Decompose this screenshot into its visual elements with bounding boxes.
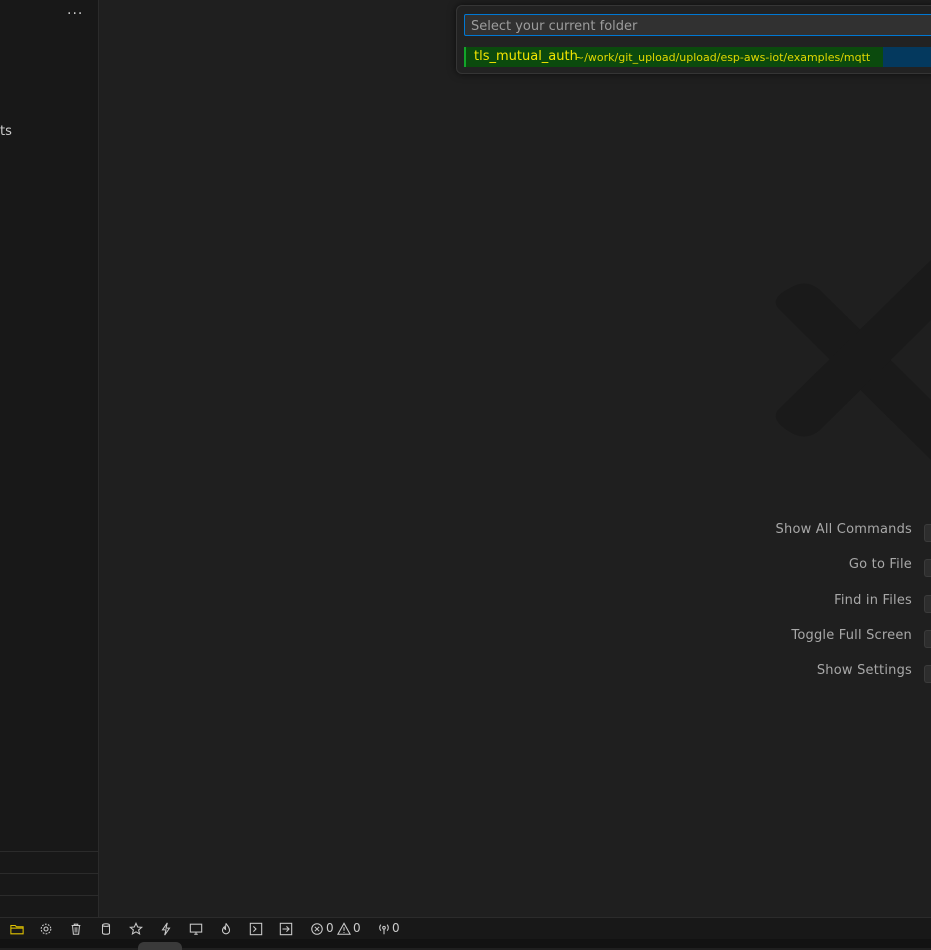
star-icon[interactable] [128, 921, 144, 937]
warning-icon[interactable] [336, 921, 352, 937]
quick-pick-item[interactable]: tls_mutual_auth ~/work/git_upload/upload… [464, 47, 931, 67]
keybinding [924, 594, 931, 613]
shortcut-hints: Show All Commands Go to File Find in Fil… [775, 522, 931, 698]
shortcut-row: Show Settings [776, 663, 931, 698]
sidebar-divider [0, 873, 99, 874]
warning-count[interactable]: 0 [353, 921, 361, 935]
broadcast-icon[interactable] [376, 921, 392, 937]
folder-path: ~/work/git_upload/upload/esp-aws-iot/exa… [575, 51, 871, 64]
sign-in-icon[interactable] [278, 921, 294, 937]
monitor-icon[interactable] [188, 921, 204, 937]
shortcut-row: Go to File [776, 557, 931, 592]
keybinding [924, 559, 931, 578]
error-icon[interactable] [309, 921, 325, 937]
sidebar-divider [0, 851, 99, 852]
gear-icon[interactable] [38, 921, 54, 937]
shortcut-label: Go to File [848, 557, 912, 573]
shortcut-row: Toggle Full Screen [776, 627, 931, 663]
folder-icon[interactable] [9, 921, 25, 937]
keybinding [924, 665, 931, 684]
error-count[interactable]: 0 [326, 921, 334, 935]
sidebar-partial-label: ts [0, 124, 12, 139]
shortcut-row: Find in Files [776, 592, 931, 628]
sidebar-divider [0, 895, 99, 896]
shortcut-label: Show All Commands [775, 522, 912, 537]
taskbar-tab[interactable] [138, 942, 182, 950]
keybinding [924, 629, 931, 648]
flash-icon[interactable] [158, 921, 174, 937]
terminal-icon[interactable] [248, 921, 264, 937]
flame-icon[interactable] [218, 921, 234, 937]
shortcut-label: Toggle Full Screen [791, 627, 912, 643]
shortcut-row: Show All Commands [775, 522, 931, 557]
keybinding [924, 524, 931, 542]
status-bar: 0 0 0 [0, 917, 931, 939]
vscode-watermark-icon [775, 260, 931, 460]
trash-icon[interactable] [68, 921, 84, 937]
quick-pick-input[interactable] [464, 14, 931, 36]
quick-pick: tls_mutual_auth ~/work/git_upload/upload… [456, 5, 931, 74]
database-icon[interactable] [98, 921, 114, 937]
ports-count[interactable]: 0 [392, 921, 400, 935]
shortcut-label: Find in Files [834, 592, 912, 608]
sidebar: ··· ts [0, 0, 99, 917]
more-actions-icon[interactable]: ··· [67, 6, 83, 22]
shortcut-label: Show Settings [816, 663, 912, 679]
folder-label: tls_mutual_auth [474, 49, 578, 64]
